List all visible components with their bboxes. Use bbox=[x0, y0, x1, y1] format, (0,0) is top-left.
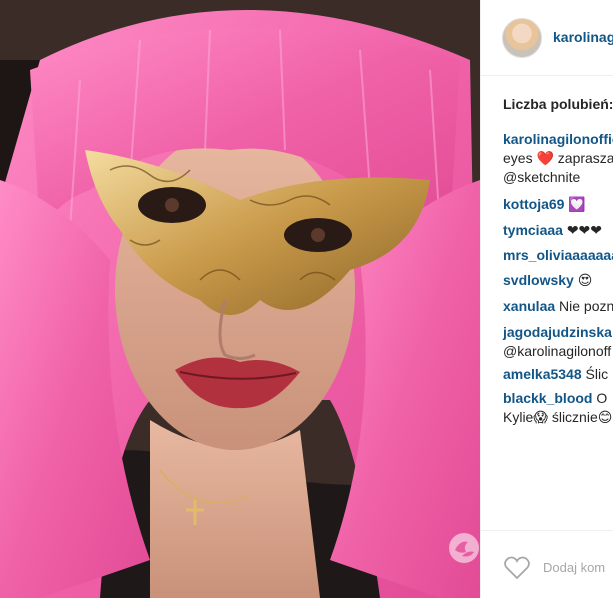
heart-outline-icon[interactable] bbox=[504, 556, 530, 580]
comment-author[interactable]: karolinagilonoffic bbox=[503, 131, 613, 147]
list-item: svdlowsky 😍 bbox=[503, 271, 592, 290]
comment-author[interactable]: tymciaaa bbox=[503, 222, 563, 238]
avatar[interactable] bbox=[502, 18, 542, 58]
comment-author[interactable]: mrs_oliviaaaaaaa bbox=[503, 247, 613, 263]
mention-link[interactable]: @karolinagilonoff bbox=[503, 342, 611, 361]
list-item: jagodajudzinska bbox=[503, 323, 612, 342]
comment-text: Ślic bbox=[585, 366, 609, 382]
add-comment-input[interactable]: Dodaj kom bbox=[543, 560, 605, 575]
username-link[interactable]: karolinagi bbox=[553, 29, 613, 45]
likes-count[interactable]: Liczba polubień: bbox=[503, 96, 613, 112]
comment-text: Nie pozn bbox=[559, 298, 613, 314]
comment-text: Kylie😱 ślicznie😊 bbox=[503, 409, 613, 425]
post-header: karolinagi bbox=[481, 0, 613, 76]
comment-text: eyes ❤️ zapraszam bbox=[503, 150, 613, 166]
comment-author[interactable]: blackk_blood bbox=[503, 390, 592, 406]
comment-author[interactable]: amelka5348 bbox=[503, 366, 582, 382]
list-item: kottoja69 💟 bbox=[503, 195, 586, 214]
comment-text: O bbox=[596, 390, 608, 406]
list-item: tymciaaa ❤❤❤ bbox=[503, 221, 602, 240]
comment-text: ❤❤❤ bbox=[566, 222, 603, 238]
photo-illustration bbox=[0, 0, 480, 598]
list-item: blackk_blood O bbox=[503, 389, 607, 408]
comment-text: 💟 bbox=[568, 196, 586, 212]
comment-author-line: karolinagilonoffic bbox=[503, 130, 613, 149]
comment-author[interactable]: svdlowsky bbox=[503, 272, 574, 288]
comment-text: 😍 bbox=[577, 272, 593, 288]
post-photo[interactable] bbox=[0, 0, 480, 598]
mention-link[interactable]: @sketchnite bbox=[503, 168, 580, 187]
site-logo-icon bbox=[446, 530, 480, 566]
comment-author[interactable]: jagodajudzinska bbox=[503, 324, 612, 340]
post-actions: Dodaj kom bbox=[481, 530, 613, 598]
list-item: xanulaa Nie pozn bbox=[503, 297, 613, 316]
list-item: mrs_oliviaaaaaaa bbox=[503, 246, 613, 265]
comment-author[interactable]: kottoja69 bbox=[503, 196, 564, 212]
list-item: amelka5348 Ślic bbox=[503, 365, 608, 384]
post-side-panel: karolinagi Liczba polubień: karolinagilo… bbox=[480, 0, 613, 598]
comment-author[interactable]: xanulaa bbox=[503, 298, 555, 314]
